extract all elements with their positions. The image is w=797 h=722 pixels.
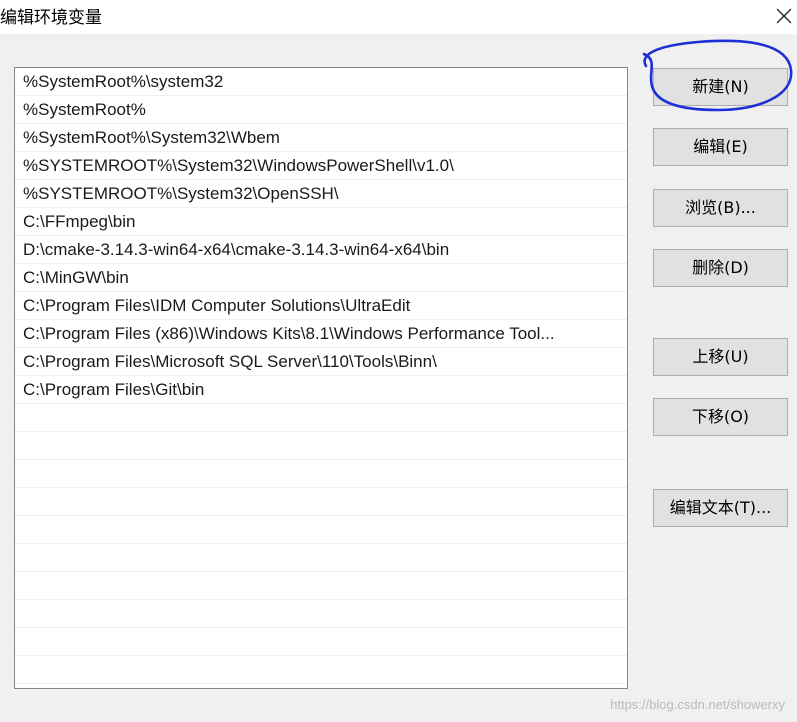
path-list-item[interactable]: C:\Program Files (x86)\Windows Kits\8.1\… <box>15 320 627 348</box>
path-list-empty-row[interactable] <box>15 628 627 656</box>
path-list-item[interactable]: C:\Program Files\Microsoft SQL Server\11… <box>15 348 627 376</box>
title-bar: 编辑环境变量 <box>0 0 797 34</box>
move-down-button[interactable]: 下移(O) <box>653 398 788 436</box>
path-list[interactable]: %SystemRoot%\system32 %SystemRoot% %System… <box>14 67 628 689</box>
path-list-item[interactable]: C:\Program Files\IDM Computer Solutions\… <box>15 292 627 320</box>
path-list-item[interactable]: D:\cmake-3.14.3-win64-x64\cmake-3.14.3-w… <box>15 236 627 264</box>
edit-button[interactable]: 编辑(E) <box>653 128 788 166</box>
move-up-button[interactable]: 上移(U) <box>653 338 788 376</box>
window-title: 编辑环境变量 <box>0 8 102 28</box>
browse-button[interactable]: 浏览(B)... <box>653 189 788 227</box>
path-list-empty-row[interactable] <box>15 432 627 460</box>
path-list-empty-row[interactable] <box>15 600 627 628</box>
path-list-empty-row[interactable] <box>15 572 627 600</box>
edit-text-button[interactable]: 编辑文本(T)... <box>653 489 788 527</box>
watermark: https://blog.csdn.net/showerxy <box>610 697 785 712</box>
path-list-empty-row[interactable] <box>15 516 627 544</box>
path-list-item[interactable]: %SYSTEMROOT%\System32\WindowsPowerShell\… <box>15 152 627 180</box>
path-list-empty-row[interactable] <box>15 656 627 684</box>
path-list-empty-row[interactable] <box>15 544 627 572</box>
new-button[interactable]: 新建(N) <box>653 68 788 106</box>
close-icon <box>776 8 792 24</box>
close-button[interactable] <box>770 2 797 29</box>
path-list-item[interactable]: C:\MinGW\bin <box>15 264 627 292</box>
path-list-empty-row[interactable] <box>15 460 627 488</box>
path-list-empty-row[interactable] <box>15 404 627 432</box>
path-list-item[interactable]: %SystemRoot% <box>15 96 627 124</box>
path-list-item[interactable]: %SystemRoot%\System32\Wbem <box>15 124 627 152</box>
delete-button[interactable]: 删除(D) <box>653 249 788 287</box>
path-list-item[interactable]: C:\Program Files\Git\bin <box>15 376 627 404</box>
path-list-empty-row[interactable] <box>15 488 627 516</box>
path-list-item[interactable]: C:\FFmpeg\bin <box>15 208 627 236</box>
path-list-item[interactable]: %SYSTEMROOT%\System32\OpenSSH\ <box>15 180 627 208</box>
path-list-item[interactable]: %SystemRoot%\system32 <box>15 68 627 96</box>
